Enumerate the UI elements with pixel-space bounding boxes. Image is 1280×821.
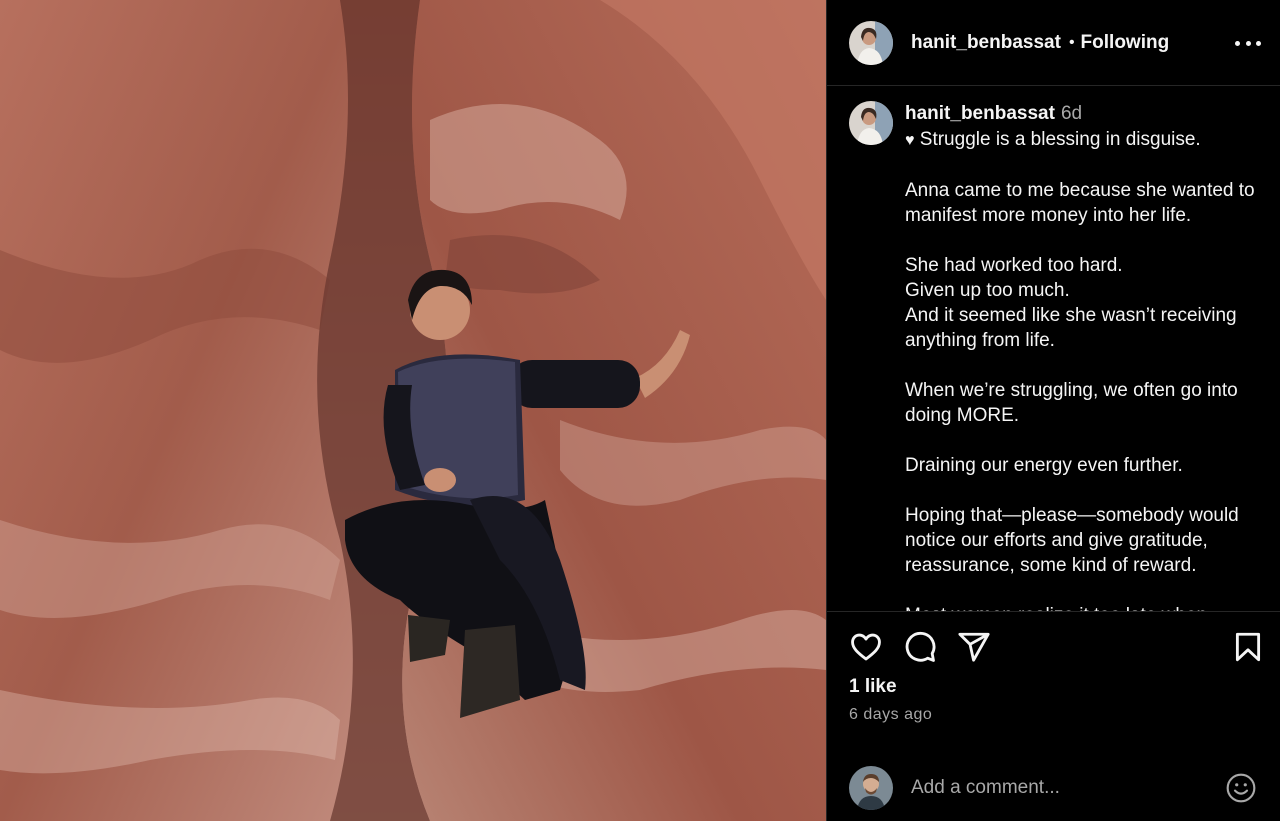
caption-timestamp[interactable]: 6d — [1061, 103, 1082, 124]
post-photo[interactable] — [0, 0, 826, 821]
comment-bar — [827, 754, 1280, 821]
bookmark-icon[interactable] — [1231, 630, 1265, 664]
more-dot — [1245, 40, 1251, 46]
post-date[interactable]: 6 days ago — [849, 706, 932, 724]
caption-header: hanit_benbassat 6d — [905, 101, 1270, 127]
comment-input[interactable] — [911, 776, 1211, 799]
heart-icon[interactable] — [849, 630, 883, 664]
caption-row: hanit_benbassat 6d ♥ Struggle is a blessi… — [849, 101, 1270, 611]
more-dot — [1256, 40, 1261, 46]
more-options-icon[interactable] — [1235, 30, 1261, 56]
like-count[interactable]: 1 like — [849, 676, 897, 698]
post-sidebar: hanit_benbassat • Following hanit_benbas… — [826, 0, 1280, 821]
author-username[interactable]: hanit_benbassat — [911, 32, 1061, 54]
paper-plane-icon[interactable] — [957, 630, 991, 664]
caption-body: hanit_benbassat 6d ♥ Struggle is a blessi… — [905, 101, 1270, 611]
action-bar: 1 like 6 days ago — [827, 612, 1280, 723]
avatar-image — [849, 20, 893, 65]
author-avatar[interactable] — [849, 20, 893, 65]
caption-text: ♥ Struggle is a blessing in disguise. An… — [905, 127, 1270, 611]
separator-dot: • — [1068, 33, 1075, 51]
following-button[interactable]: Following — [1081, 32, 1170, 54]
caption-scroll-area[interactable]: hanit_benbassat 6d ♥ Struggle is a blessi… — [827, 86, 1280, 612]
white-heart-icon: ♥ — [905, 132, 915, 149]
caption-content: Struggle is a blessing in disguise. Anna… — [905, 129, 1255, 611]
more-dot — [1235, 40, 1240, 46]
avatar-image — [849, 765, 893, 810]
canyon-photo — [0, 0, 826, 821]
post-header: hanit_benbassat • Following — [827, 0, 1280, 86]
avatar-image — [849, 101, 893, 145]
emoji-icon[interactable] — [1225, 772, 1257, 804]
caption-avatar[interactable] — [849, 101, 893, 145]
caption-username[interactable]: hanit_benbassat — [905, 103, 1055, 124]
instagram-post: hanit_benbassat • Following hanit_benbas… — [0, 0, 1280, 821]
comment-bubble-icon[interactable] — [903, 630, 937, 664]
viewer-avatar — [849, 765, 893, 810]
